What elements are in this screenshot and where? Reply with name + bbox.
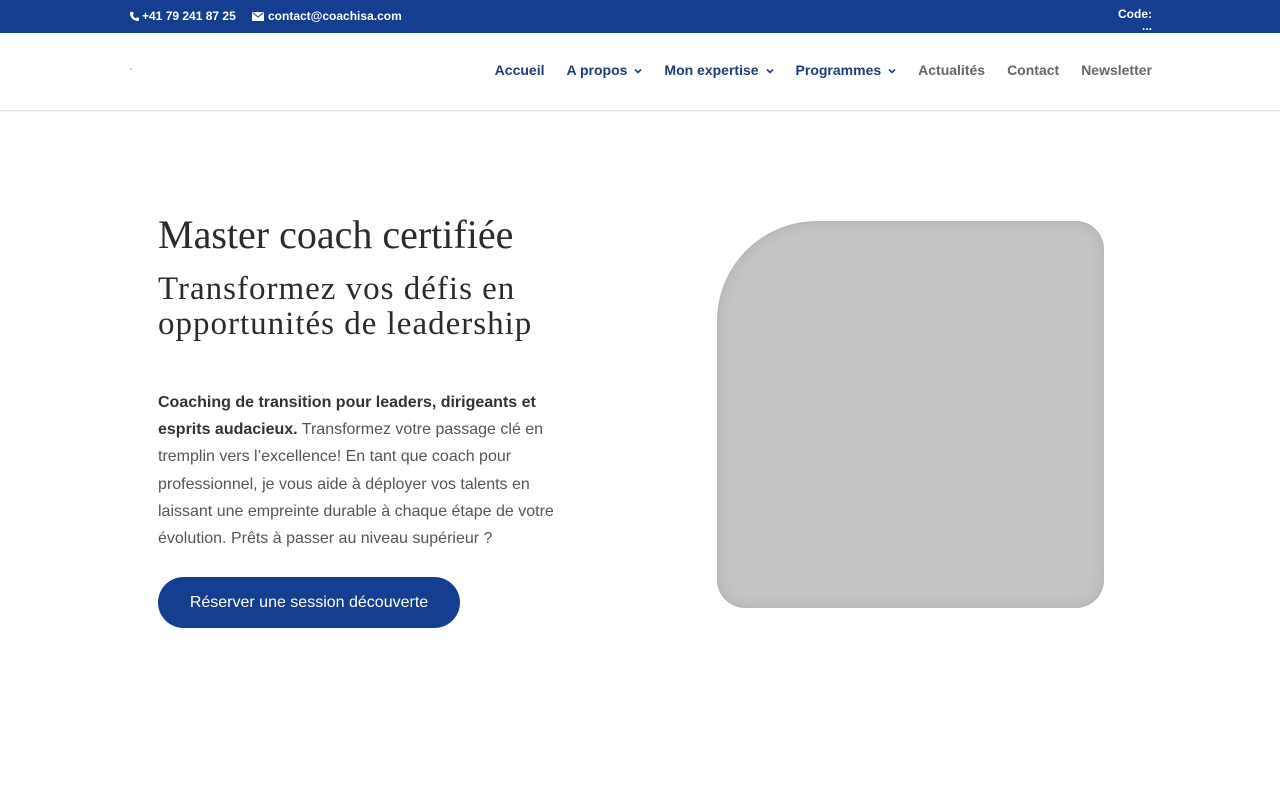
code-info: Code: ...	[1118, 8, 1152, 32]
nav-item-label: Actualités	[918, 62, 986, 78]
nav-item-label: Programmes	[795, 62, 882, 78]
book-discovery-session-button[interactable]: Réserver une session découverte	[158, 577, 460, 628]
hero-subtitle: Transformez vos défis en opportunités de…	[158, 271, 533, 342]
nav-item-accueil[interactable]: Accueil	[495, 62, 545, 78]
chevron-down-icon	[888, 68, 896, 74]
phone-icon	[129, 11, 140, 21]
email-contact[interactable]: contact@coachisa.com	[252, 9, 402, 23]
nav-item-label: Newsletter	[1081, 62, 1152, 78]
hero-image-placeholder	[717, 221, 1104, 608]
site-logo[interactable]	[130, 68, 132, 70]
nav-item-label: Mon expertise	[664, 62, 759, 78]
main-navigation: Accueil A propos Mon expertise Programme…	[495, 62, 1152, 78]
chevron-down-icon	[634, 68, 642, 74]
nav-item-mon-expertise[interactable]: Mon expertise	[664, 62, 774, 78]
site-header: Accueil A propos Mon expertise Programme…	[0, 33, 1280, 111]
nav-item-newsletter[interactable]: Newsletter	[1081, 62, 1152, 78]
mail-icon	[252, 11, 264, 21]
nav-item-contact[interactable]: Contact	[1007, 62, 1059, 78]
hero-title: Master coach certifiée	[158, 212, 514, 257]
nav-item-label: A propos	[566, 62, 628, 78]
nav-item-actualites[interactable]: Actualités	[918, 62, 985, 78]
nav-item-a-propos[interactable]: A propos	[566, 62, 642, 78]
phone-number[interactable]: +41 79 241 87 25	[142, 9, 236, 23]
code-value: ...	[1141, 19, 1152, 33]
nav-item-programmes[interactable]: Programmes	[796, 62, 897, 78]
nav-item-label: Accueil	[494, 62, 545, 78]
chevron-down-icon	[765, 68, 774, 74]
hero-description-text: Transformez votre passage clé en trempli…	[158, 421, 554, 548]
phone-contact[interactable]: +41 79 241 87 25	[129, 9, 236, 23]
top-contact-bar: +41 79 241 87 25 contact@coachisa.com Co…	[0, 0, 1280, 33]
email-address[interactable]: contact@coachisa.com	[268, 9, 402, 23]
nav-item-label: Contact	[1007, 62, 1060, 78]
hero-description: Coaching de transition pour leaders, dir…	[158, 389, 563, 552]
